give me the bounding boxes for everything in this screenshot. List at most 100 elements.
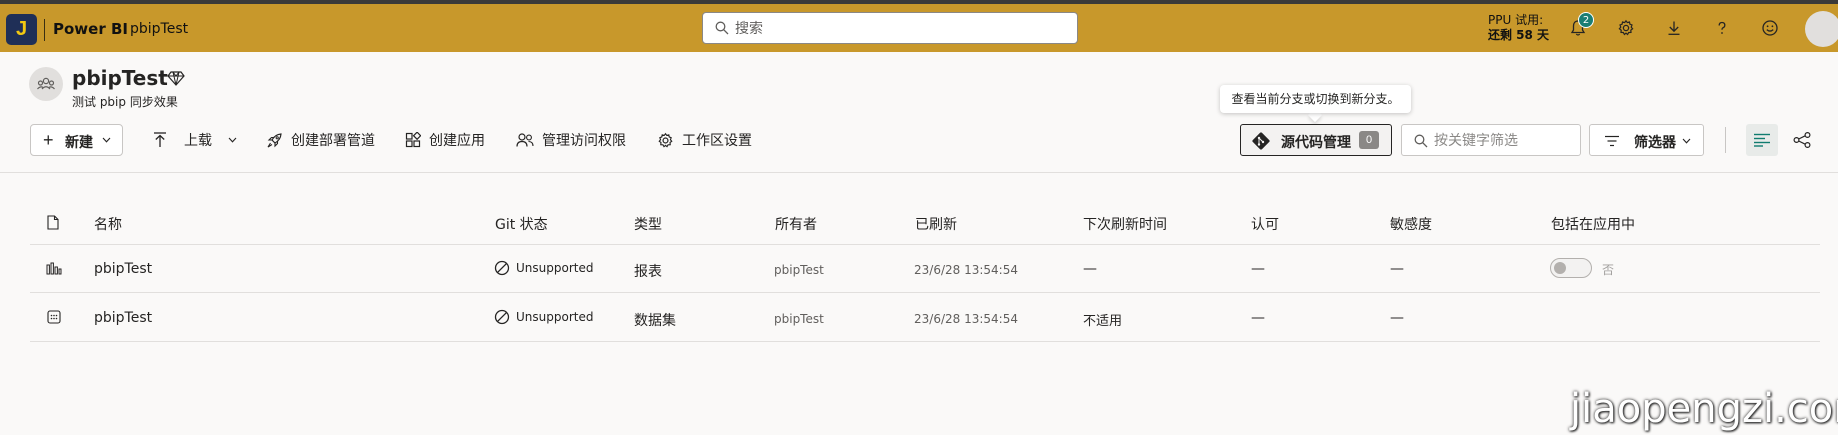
include-in-app-toggle[interactable] (1550, 258, 1592, 278)
source-control-count-badge: 0 (1359, 131, 1379, 149)
new-button[interactable]: + 新建 (30, 124, 123, 156)
notification-count-badge: 2 (1578, 12, 1594, 28)
column-header-owner[interactable]: 所有者 (775, 214, 817, 234)
chevron-down-icon (1682, 138, 1691, 144)
download-icon (1668, 21, 1680, 35)
premium-capacity-icon[interactable] (167, 69, 185, 91)
toolbar-bottom-rule (0, 172, 1838, 173)
manage-access-button[interactable]: 管理访问权限 (516, 130, 626, 150)
column-header-endorsement[interactable]: 认可 (1251, 214, 1279, 234)
gear-icon (658, 132, 673, 148)
row-divider (30, 292, 1820, 293)
lineage-view-button[interactable] (1786, 124, 1818, 156)
keyword-filter-input[interactable] (1434, 130, 1574, 152)
git-status-cell: Unsupported (494, 260, 593, 276)
unsupported-icon (494, 309, 510, 325)
upload-icon (154, 132, 166, 147)
column-header-included-in-app[interactable]: 包括在应用中 (1551, 214, 1635, 234)
list-view-icon (1754, 133, 1770, 147)
item-endorsement: — (1251, 310, 1265, 326)
workspace-settings-button[interactable]: 工作区设置 (657, 130, 752, 150)
toolbar-divider (1725, 127, 1726, 153)
toggle-knob (1554, 262, 1566, 274)
feedback-button[interactable] (1758, 16, 1782, 40)
app-grid-icon (405, 132, 421, 148)
item-type: 报表 (634, 264, 662, 280)
new-button-label: 新建 (65, 134, 93, 150)
lineage-icon (1793, 132, 1811, 148)
source-control-label: 源代码管理 (1281, 134, 1351, 150)
item-owner: pbipTest (774, 263, 824, 277)
git-status-text: Unsupported (516, 310, 594, 324)
help-button[interactable] (1710, 16, 1734, 40)
create-app-label: 创建应用 (429, 133, 485, 149)
unsupported-icon (494, 260, 510, 276)
user-avatar[interactable] (1805, 11, 1838, 47)
item-name-link[interactable]: pbipTest (94, 261, 152, 277)
item-name-link[interactable]: pbipTest (94, 310, 152, 326)
search-icon (1414, 134, 1428, 148)
trial-line-1: PPU 试用: (1488, 13, 1544, 27)
item-type: 数据集 (634, 313, 676, 329)
list-view-button[interactable] (1746, 124, 1778, 156)
download-button[interactable] (1662, 16, 1686, 40)
workspace-description: 测试 pbip 同步效果 (72, 95, 178, 109)
item-sensitivity: — (1390, 261, 1404, 277)
app-name[interactable]: Power BI (53, 20, 128, 38)
feedback-smiley-icon (1762, 20, 1778, 36)
dataset-icon (47, 310, 61, 324)
chevron-down-icon (102, 137, 111, 143)
row-divider (30, 341, 1820, 342)
source-control-button[interactable]: 源代码管理 0 (1240, 124, 1392, 156)
column-header-refreshed[interactable]: 已刷新 (915, 214, 957, 234)
help-icon (1718, 21, 1726, 34)
item-refreshed: 23/6/28 13:54:54 (914, 312, 1018, 326)
logo-divider (44, 19, 45, 41)
git-status-cell: Unsupported (494, 309, 593, 325)
item-next-refresh: — (1083, 261, 1097, 277)
filters-label: 筛选器 (1634, 134, 1676, 150)
global-search[interactable] (702, 12, 1078, 44)
settings-button[interactable] (1614, 16, 1638, 40)
column-header-type[interactable]: 类型 (634, 214, 662, 234)
filters-button[interactable]: 筛选器 (1589, 124, 1704, 156)
upload-button[interactable]: 上载 (152, 130, 237, 150)
breadcrumb-workspace[interactable]: pbipTest (130, 21, 188, 37)
create-pipeline-button[interactable]: 创建部署管道 (266, 130, 375, 150)
create-pipeline-label: 创建部署管道 (291, 133, 375, 149)
column-header-next-refresh[interactable]: 下次刷新时间 (1083, 214, 1167, 234)
diamond-icon (167, 71, 185, 86)
keyword-filter[interactable] (1401, 124, 1581, 156)
manage-access-label: 管理访问权限 (542, 133, 626, 149)
column-header-sensitivity[interactable]: 敏感度 (1390, 214, 1432, 234)
search-icon (715, 21, 729, 35)
include-in-app-toggle-label: 否 (1602, 263, 1615, 277)
item-refreshed: 23/6/28 13:54:54 (914, 263, 1018, 277)
file-type-icon (47, 215, 59, 230)
plus-icon: + (43, 130, 54, 150)
global-search-input[interactable] (735, 18, 1065, 40)
item-sensitivity: — (1390, 310, 1404, 326)
workspace-icon (29, 67, 63, 101)
table-header-divider (30, 244, 1820, 245)
trial-status[interactable]: PPU 试用: 还剩 58 天 (1488, 13, 1549, 43)
page-title: pbipTest (72, 66, 168, 90)
create-app-button[interactable]: 创建应用 (405, 130, 485, 150)
top-bar: J Power BI pbipTest PPU 试用: 还剩 58 天 2 (0, 4, 1838, 52)
column-header-name[interactable]: 名称 (94, 214, 122, 234)
item-next-refresh: 不适用 (1083, 314, 1123, 329)
rocket-icon (267, 132, 282, 147)
app-logo[interactable]: J (6, 14, 37, 45)
item-endorsement: — (1251, 261, 1265, 277)
item-owner: pbipTest (774, 312, 824, 326)
column-header-git-status[interactable]: Git 状态 (495, 214, 548, 234)
people-icon (516, 133, 534, 147)
watermark: jiaopengzi.com (1570, 386, 1838, 432)
git-branch-icon (1252, 132, 1270, 150)
upload-label: 上载 (184, 133, 212, 149)
gear-icon (1618, 19, 1634, 36)
source-control-tooltip: 查看当前分支或切换到新分支。 (1220, 85, 1411, 113)
chevron-down-icon (228, 137, 237, 143)
trial-line-2: 还剩 58 天 (1488, 28, 1550, 42)
report-icon (46, 262, 62, 275)
